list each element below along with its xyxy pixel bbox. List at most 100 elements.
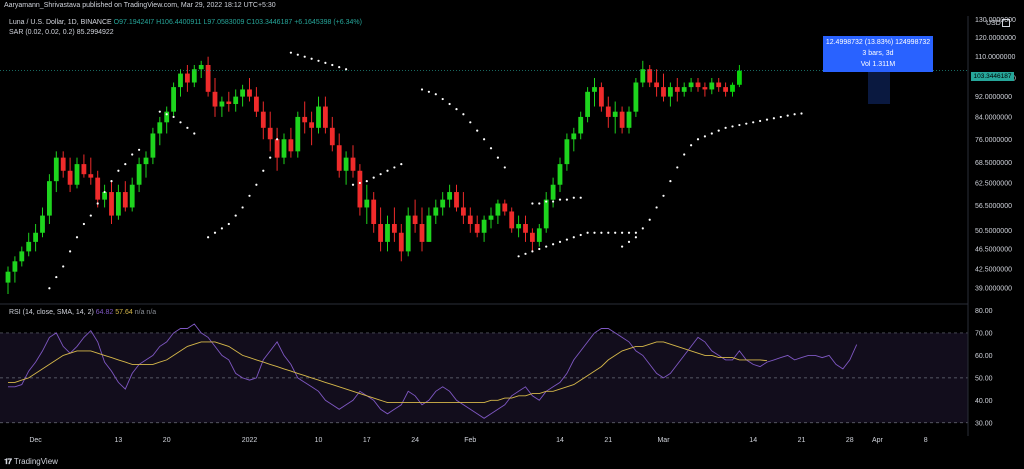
candle-body	[198, 64, 204, 70]
candle-body	[53, 157, 59, 182]
sar-dot	[538, 247, 541, 251]
sar-dot	[400, 163, 403, 166]
candle-body	[295, 116, 301, 152]
rsi-na-2: n/a	[146, 309, 157, 316]
sar-dot	[441, 97, 444, 101]
candle-body	[447, 192, 452, 200]
sar-dot	[627, 231, 631, 234]
sar-dot	[558, 198, 562, 201]
candle-body	[674, 87, 680, 92]
candle-body	[392, 224, 397, 233]
sar-dot	[600, 231, 603, 234]
rsi-label[interactable]: RSI (14, close, SMA, 14, 2)	[9, 309, 94, 316]
measure-tooltip: 12.4998732 (13.83%) 124998732 3 bars, 3d…	[823, 36, 933, 72]
candle-body	[398, 232, 404, 252]
sar-dot	[655, 206, 658, 209]
sar-dot	[427, 90, 430, 93]
candle-body	[461, 207, 466, 216]
candle-body	[467, 215, 473, 225]
sar-dot	[738, 123, 741, 127]
sar-dot	[572, 236, 575, 239]
sar-dot	[386, 169, 389, 172]
measure-volume: Vol 1.311M	[860, 61, 896, 68]
candle-body	[67, 170, 73, 185]
rsi-legend[interactable]: RSI (14, close, SMA, 14, 2) 64.82 57.64 …	[9, 309, 156, 316]
candle-body	[122, 192, 128, 208]
candle-body	[129, 184, 135, 208]
x-tick-label: Dec	[29, 437, 42, 444]
sar-dot	[317, 59, 320, 62]
candle-body	[185, 73, 190, 83]
sar-dot	[69, 250, 72, 253]
sar-dot	[607, 231, 610, 234]
sar-dot	[745, 122, 748, 125]
candle-body	[709, 82, 715, 90]
measure-bars: 3 bars, 3d	[862, 50, 894, 57]
sar-dot	[565, 238, 569, 241]
x-tick-label: 24	[411, 437, 419, 444]
candle-body	[191, 69, 197, 83]
sar-dot	[351, 183, 355, 186]
sar-dot	[724, 126, 727, 129]
sar-dot	[131, 153, 134, 156]
candle-body	[212, 91, 218, 107]
candle-body	[647, 69, 653, 83]
x-tick-label: 14	[749, 437, 757, 444]
candle-body	[109, 192, 114, 216]
x-tick-label: Mar	[657, 437, 670, 444]
sar-dot	[179, 121, 182, 124]
candle-body	[737, 70, 742, 85]
sar-legend[interactable]: SAR (0.02, 0.02, 0.2) 85.2994922	[9, 29, 114, 36]
sar-dot	[220, 227, 223, 230]
candle-body	[599, 87, 604, 107]
sar-dot	[545, 200, 548, 203]
x-tick-label: Apr	[872, 437, 884, 444]
candle-body	[578, 116, 584, 134]
ohlc-change: +6.1645398 (+6.34%)	[294, 19, 362, 26]
candle-body	[357, 170, 363, 208]
sar-dot	[621, 231, 624, 234]
candle-body	[454, 192, 459, 208]
sar-dot	[469, 121, 472, 124]
sar-dot	[455, 107, 458, 111]
sar-dot	[234, 214, 237, 217]
rsi-tick-label: 40.00	[975, 398, 993, 405]
sar-dot	[213, 231, 217, 234]
sar-dot	[786, 114, 789, 117]
x-tick-label: 21	[604, 437, 612, 444]
symbol-name[interactable]: Luna / U.S. Dollar, 1D, BINANCE	[9, 19, 112, 26]
candle-body	[74, 164, 80, 185]
candle-body	[654, 82, 659, 88]
sar-dot	[227, 222, 230, 226]
price-legend[interactable]: Luna / U.S. Dollar, 1D, BINANCE O97.1942…	[9, 19, 362, 26]
currency-selector[interactable]: USD	[986, 19, 1010, 27]
sar-dot	[462, 113, 465, 116]
candle-body	[143, 157, 149, 165]
candle-body	[136, 164, 142, 185]
candle-body	[571, 133, 577, 140]
candle-body	[19, 251, 25, 262]
sar-label[interactable]: SAR (0.02, 0.02, 0.2)	[9, 29, 75, 36]
candle-body	[60, 157, 66, 171]
price-tick-label: 56.5000000	[975, 203, 1012, 210]
price-tick-label: 68.5000000	[975, 160, 1012, 167]
tradingview-brand[interactable]: 𝟏𝟕 TradingView	[4, 457, 58, 467]
sar-dot	[365, 180, 368, 183]
price-tick-label: 39.0000000	[975, 286, 1012, 293]
sar-dot	[358, 181, 361, 185]
candle-body	[668, 87, 673, 97]
sar-dot	[759, 119, 762, 123]
price-tick-label: 120.0000000	[975, 35, 1016, 42]
candle-body	[612, 111, 618, 117]
sar-dot	[89, 214, 92, 217]
rsi-tick-label: 80.00	[975, 308, 993, 315]
x-tick-label: 8	[924, 437, 928, 444]
candle-body	[157, 122, 163, 134]
candle-body	[605, 106, 611, 117]
sar-dot	[717, 129, 720, 132]
candle-body	[619, 111, 625, 128]
candle-body	[419, 224, 425, 242]
rsi-band	[0, 332, 968, 424]
candle-body	[702, 87, 708, 90]
sar-dot	[552, 243, 555, 246]
